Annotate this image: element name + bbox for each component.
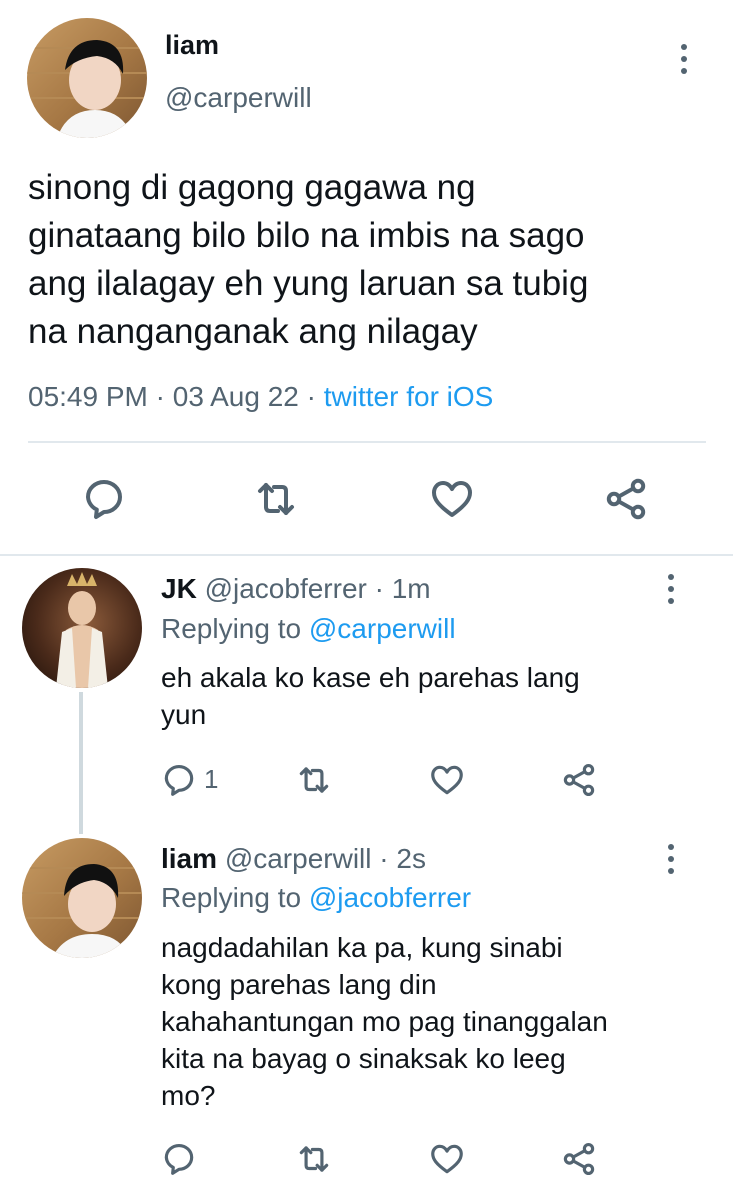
tweet-date[interactable]: 03 Aug 22 [173,381,299,412]
more-vertical-icon[interactable] [667,574,675,604]
tweet-text-line: na nanganganak ang nilagay [28,312,478,351]
reply-header: JK @jacobferrer · 1m [161,573,431,605]
tweet-source-link[interactable]: twitter for iOS [324,381,494,412]
reply-icon[interactable] [160,761,198,799]
like-icon[interactable] [428,1140,466,1178]
replying-to: Replying to @carperwill [161,613,456,645]
like-icon[interactable] [428,475,476,523]
section-divider [0,554,733,556]
tweet-time[interactable]: 05:49 PM [28,381,148,412]
thread-line [79,692,83,834]
reply-display-name[interactable]: JK [161,573,197,604]
reply-header: liam @carperwill · 2s [161,843,426,875]
reply-avatar[interactable] [22,568,142,688]
reply-text-line: kahahantungan mo pag tinanggalan [161,1006,608,1037]
main-tweet-display-name[interactable]: liam [165,30,219,61]
main-tweet-text: sinong di gagong gagawa ng ginataang bil… [28,164,588,356]
meta-separator: · [374,573,384,604]
meta-separator: · [379,843,389,874]
avatar-portrait [56,572,108,688]
more-vertical-icon[interactable] [680,44,688,74]
avatar-portrait [22,864,142,958]
reply-text-line: eh akala ko kase eh parehas lang [161,662,580,693]
replying-to-label: Replying to [161,613,302,644]
share-icon[interactable] [602,475,650,523]
main-tweet-meta: 05:49 PM · 03 Aug 22 · twitter for iOS [28,381,493,413]
reply-text-line: kong parehas lang din [161,969,437,1000]
meta-separator: · [155,381,165,412]
retweet-icon[interactable] [294,761,334,799]
reply-handle[interactable]: @carperwill [225,843,372,874]
reply-text: nagdadahilan ka pa, kung sinabi kong par… [161,929,608,1114]
reply-age[interactable]: 2s [396,843,426,874]
reply-text-line: nagdadahilan ka pa, kung sinabi [161,932,563,963]
replying-to: Replying to @jacobferrer [161,882,471,914]
more-vertical-icon[interactable] [667,844,675,874]
main-tweet-handle[interactable]: @carperwill [165,82,312,114]
replying-to-link[interactable]: @carperwill [309,613,456,644]
reply-icon[interactable] [80,475,128,523]
tweet-text-line: ginataang bilo bilo na imbis na sago [28,216,585,255]
reply-display-name[interactable]: liam [161,843,217,874]
retweet-icon[interactable] [250,475,302,523]
reply-count: 1 [204,764,219,794]
reply-age[interactable]: 1m [392,573,431,604]
reply-icon[interactable] [160,1140,198,1178]
reply-avatar[interactable] [22,838,142,958]
reply-text-line: yun [161,699,207,730]
meta-separator: · [306,381,316,412]
like-icon[interactable] [428,761,466,799]
reply-text-line: mo? [161,1080,216,1111]
avatar-portrait [27,40,147,138]
replying-to-link[interactable]: @jacobferrer [309,882,471,913]
main-tweet-avatar[interactable] [27,18,147,138]
reply-handle[interactable]: @jacobferrer [205,573,367,604]
reply-text-line: kita na bayag o sinaksak ko leeg [161,1043,566,1074]
share-icon[interactable] [560,1140,598,1178]
tweet-text-line: sinong di gagong gagawa ng [28,168,476,207]
retweet-icon[interactable] [294,1140,334,1178]
divider [28,441,706,443]
reply-text: eh akala ko kase eh parehas lang yun [161,659,580,733]
tweet-text-line: ang ilalagay eh yung laruan sa tubig [28,264,589,303]
share-icon[interactable] [560,761,598,799]
replying-to-label: Replying to [161,882,302,913]
